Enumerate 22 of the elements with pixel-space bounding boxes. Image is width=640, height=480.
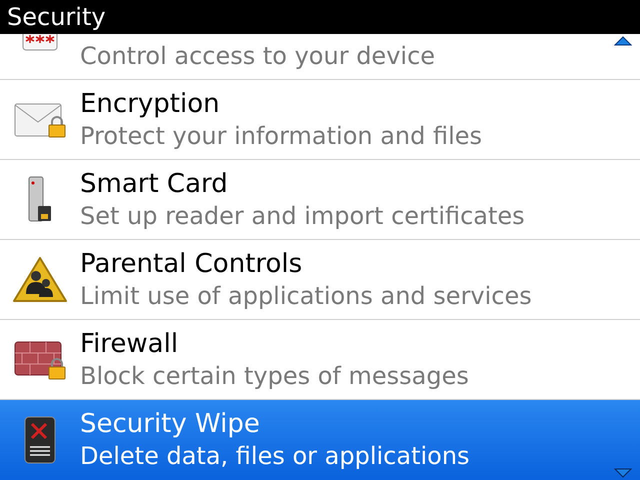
item-description: Protect your information and files — [80, 120, 482, 152]
password-field-icon — [22, 34, 58, 52]
menu-item[interactable]: Control access to your device — [0, 34, 640, 80]
item-title: Security Wipe — [80, 408, 261, 440]
item-description: Block certain types of messages — [80, 360, 469, 392]
item-title: Firewall — [80, 328, 180, 360]
people-warning-icon — [12, 256, 68, 304]
menu-item[interactable]: Security Wipe Delete data, files or applications — [0, 400, 640, 480]
card-reader-icon — [27, 176, 53, 224]
item-description: Control access to your device — [80, 41, 436, 72]
scroll-up-icon[interactable] — [614, 36, 632, 46]
item-title: Encryption — [80, 88, 221, 120]
envelope-lock-icon — [14, 102, 66, 138]
item-description: Limit use of applications and services — [80, 280, 532, 312]
window-title: Security — [0, 0, 640, 34]
scroll-down-icon[interactable] — [614, 468, 632, 478]
item-title: Smart Card — [80, 168, 229, 200]
item-title: Parental Controls — [80, 248, 304, 280]
brick-wall-lock-icon — [14, 340, 66, 380]
item-description: Delete data, files or applications — [80, 441, 470, 472]
item-description: Set up reader and import certificates — [80, 200, 525, 232]
device-wipe-icon — [24, 416, 56, 464]
